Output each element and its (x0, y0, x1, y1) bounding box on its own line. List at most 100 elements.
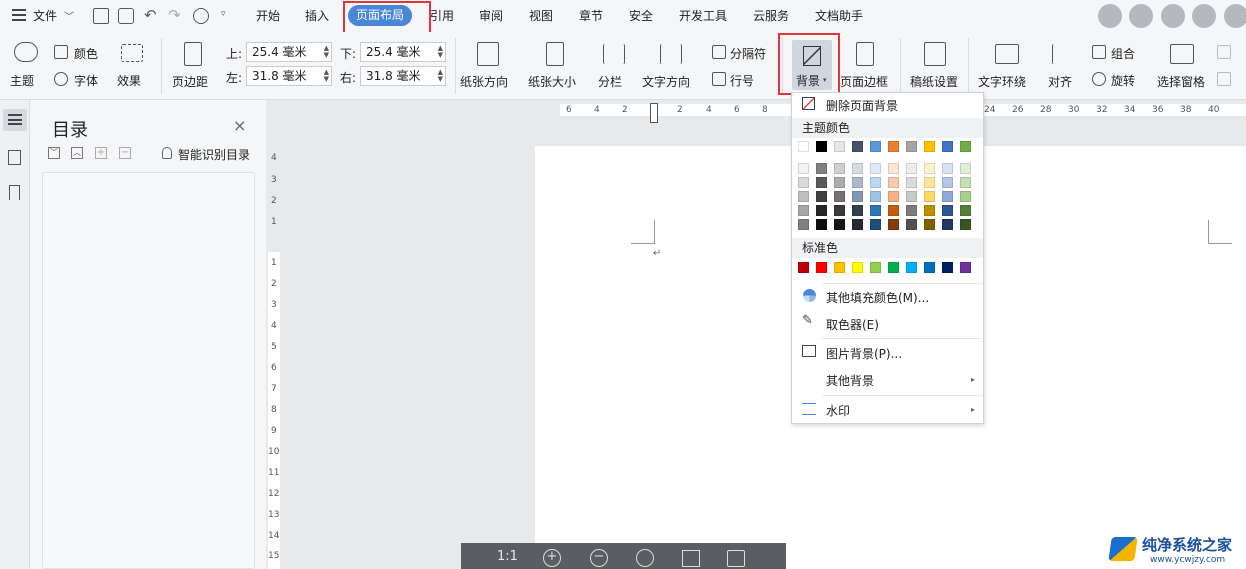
breaks-icon[interactable] (712, 45, 726, 59)
tab-insert[interactable]: 插入 (305, 7, 329, 24)
margins-button[interactable]: 页边距 (172, 73, 208, 90)
theme-shade-swatch[interactable] (816, 191, 827, 202)
zoom-in-icon[interactable]: + (543, 549, 561, 567)
picture-background-item[interactable]: 图片背景(P)... (826, 345, 902, 362)
remove-level-icon[interactable]: − (119, 147, 131, 159)
eyedropper-item[interactable]: 取色器(E) (826, 316, 879, 333)
font-icon[interactable] (54, 72, 68, 86)
top-margin-input[interactable]: 25.4 毫米 ▲ ▼ (246, 42, 332, 62)
theme-color-swatch[interactable] (834, 141, 845, 152)
theme-color-swatch[interactable] (906, 141, 917, 152)
standard-color-swatch[interactable] (888, 262, 899, 273)
group-button[interactable]: 组合 (1111, 45, 1135, 62)
theme-shade-swatch[interactable] (888, 191, 899, 202)
rotate-button[interactable]: 旋转 (1111, 72, 1135, 89)
theme-icon[interactable] (14, 42, 38, 62)
theme-shade-swatch[interactable] (942, 205, 953, 216)
line-numbers-button[interactable]: 行号 (730, 72, 754, 89)
wrap-text-icon[interactable] (995, 44, 1019, 64)
remove-background-item[interactable]: 删除页面背景 (826, 97, 898, 114)
theme-shade-swatch[interactable] (798, 163, 809, 174)
tab-cloud[interactable]: 云服务 (753, 7, 789, 24)
theme-shade-swatch[interactable] (888, 219, 899, 230)
redo-icon[interactable]: ↷ (168, 6, 181, 24)
effects-icon[interactable] (121, 44, 143, 62)
other-background-item[interactable]: 其他背景 (826, 372, 874, 389)
fit-page-icon[interactable] (682, 550, 700, 567)
margins-icon[interactable] (184, 42, 202, 66)
theme-shade-swatch[interactable] (798, 191, 809, 202)
save-icon[interactable] (727, 550, 745, 567)
page-borders-button[interactable]: 页面边框 (840, 73, 888, 90)
columns-button[interactable]: 分栏 (598, 73, 622, 90)
theme-shade-swatch[interactable] (960, 177, 971, 188)
page-borders-icon[interactable] (856, 42, 874, 66)
file-menu[interactable]: 文件 (33, 7, 57, 24)
minimize-icon[interactable] (1161, 4, 1185, 28)
theme-shade-swatch[interactable] (870, 219, 881, 230)
selection-pane-icon[interactable] (1170, 44, 1194, 64)
right-margin-input[interactable]: 31.8 毫米 ▲ ▼ (360, 66, 446, 86)
standard-color-swatch[interactable] (924, 262, 935, 273)
theme-shade-swatch[interactable] (798, 205, 809, 216)
hamburger-icon[interactable] (12, 9, 26, 21)
tab-review[interactable]: 审阅 (479, 7, 503, 24)
theme-shade-swatch[interactable] (942, 163, 953, 174)
theme-shade-swatch[interactable] (816, 219, 827, 230)
chevron-down-icon[interactable]: ﹀ (64, 8, 74, 23)
tab-security[interactable]: 安全 (629, 7, 653, 24)
save-icon[interactable] (93, 8, 109, 24)
theme-shade-swatch[interactable] (852, 177, 863, 188)
add-level-icon[interactable]: + (95, 147, 107, 159)
theme-shade-swatch[interactable] (960, 163, 971, 174)
theme-shade-swatch[interactable] (852, 219, 863, 230)
layer-down-icon[interactable] (1217, 72, 1231, 86)
theme-shade-swatch[interactable] (942, 219, 953, 230)
zoom-reset-button[interactable]: 1:1 (497, 549, 518, 564)
wrap-text-button[interactable]: 文字环绕 (978, 73, 1026, 90)
pin-icon[interactable] (1129, 4, 1153, 28)
tab-section[interactable]: 章节 (579, 7, 603, 24)
theme-shade-swatch[interactable] (798, 219, 809, 230)
tab-view[interactable]: 视图 (529, 7, 553, 24)
theme-button[interactable]: 主题 (10, 72, 34, 89)
toc-rail-icon[interactable] (3, 109, 27, 131)
bottom-margin-input[interactable]: 25.4 毫米 ▲ ▼ (360, 42, 446, 62)
theme-shade-swatch[interactable] (906, 177, 917, 188)
theme-shade-swatch[interactable] (960, 191, 971, 202)
theme-shade-swatch[interactable] (888, 177, 899, 188)
theme-color-swatch[interactable] (852, 141, 863, 152)
theme-shade-swatch[interactable] (834, 177, 845, 188)
tab-doc-assistant[interactable]: 文档助手 (815, 7, 863, 24)
theme-shade-swatch[interactable] (816, 205, 827, 216)
orientation-button[interactable]: 纸张方向 (460, 73, 508, 90)
standard-color-swatch[interactable] (798, 262, 809, 273)
manuscript-icon[interactable] (924, 42, 946, 66)
theme-shade-swatch[interactable] (906, 219, 917, 230)
text-direction-button[interactable]: 文字方向 (642, 73, 690, 90)
theme-shade-swatch[interactable] (870, 177, 881, 188)
theme-color-swatch[interactable] (888, 141, 899, 152)
theme-shade-swatch[interactable] (852, 205, 863, 216)
standard-color-swatch[interactable] (960, 262, 971, 273)
orientation-icon[interactable] (477, 42, 499, 66)
colors-icon[interactable] (54, 45, 68, 59)
theme-shade-swatch[interactable] (834, 205, 845, 216)
quick-access-dropdown-icon[interactable]: ▿ (221, 9, 226, 19)
theme-shade-swatch[interactable] (906, 205, 917, 216)
theme-color-swatch[interactable] (960, 141, 971, 152)
zoom-out-icon[interactable]: − (590, 549, 608, 567)
tab-developer[interactable]: 开发工具 (679, 7, 727, 24)
selection-pane-button[interactable]: 选择窗格 (1157, 73, 1205, 90)
standard-color-swatch[interactable] (816, 262, 827, 273)
close-icon[interactable] (1224, 4, 1246, 28)
bookmark-rail-icon[interactable] (9, 185, 20, 200)
align-button[interactable]: 对齐 (1048, 73, 1072, 90)
standard-color-swatch[interactable] (906, 262, 917, 273)
theme-shade-swatch[interactable] (816, 177, 827, 188)
theme-color-swatch[interactable] (942, 141, 953, 152)
expand-all-icon[interactable]: ﹀ (48, 147, 60, 159)
theme-shade-swatch[interactable] (924, 177, 935, 188)
effects-button[interactable]: 效果 (117, 72, 141, 89)
breaks-button[interactable]: 分隔符 (730, 45, 766, 62)
